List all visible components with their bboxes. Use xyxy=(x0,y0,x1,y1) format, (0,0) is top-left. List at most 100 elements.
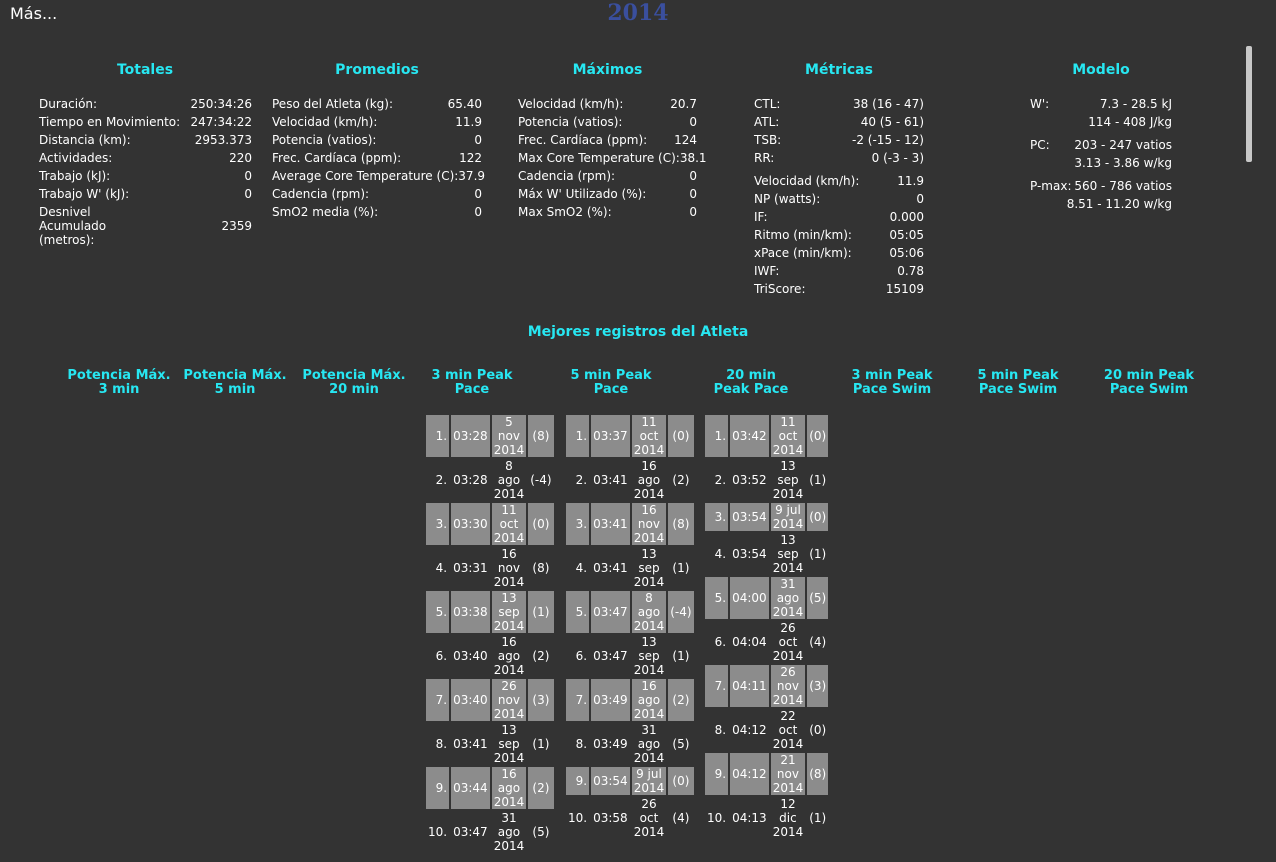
maximos-row: Potencia (vatios): 0 xyxy=(518,113,697,131)
metricas-row: RR: 0 (-3 - 3) xyxy=(754,149,924,167)
record-date: 11 oct 2014 xyxy=(631,415,667,457)
records-col-swim-3min: 3 min Peak Pace Swim xyxy=(851,368,933,397)
vertical-scrollbar[interactable] xyxy=(1246,46,1252,162)
record-row: 9. 04:12 21 nov 2014 (8) xyxy=(705,753,829,795)
totales-row: Trabajo W' (kJ): 0 xyxy=(39,185,252,203)
metricas-label: IF: xyxy=(754,210,768,224)
record-row: 4. 03:31 16 nov 2014 (8) xyxy=(426,547,554,589)
record-date: 16 nov 2014 xyxy=(631,503,667,545)
record-time: 03:54 xyxy=(732,547,767,561)
totales-row: Duración: 250:34:26 xyxy=(39,95,252,113)
metricas-value: 11.9 xyxy=(897,174,924,188)
records-col-power-20min: Potencia Máx. 20 min xyxy=(302,368,406,397)
record-time: 03:54 xyxy=(591,767,630,795)
record-row: 10. 03:58 26 oct 2014 (4) xyxy=(566,797,694,839)
record-row: 4. 03:54 13 sep 2014 (1) xyxy=(705,533,828,575)
record-date: 31 ago 2014 xyxy=(770,577,806,619)
record-rank: 5. xyxy=(426,591,450,633)
record-delta: (5) xyxy=(532,825,550,839)
record-row: 8. 04:12 22 oct 2014 (0) xyxy=(705,709,828,751)
metricas-label: RR: xyxy=(754,151,775,165)
record-time: 03:58 xyxy=(593,811,628,825)
record-delta: (8) xyxy=(668,503,694,545)
record-rank: 2. xyxy=(575,473,588,487)
record-delta: (0) xyxy=(807,415,829,457)
record-rank: 8. xyxy=(714,723,727,737)
metricas-row: TSB: -2 (-15 - 12) xyxy=(754,131,924,149)
record-row: 2. 03:41 16 ago 2014 (2) xyxy=(566,459,694,501)
totales-label: Trabajo (kJ): xyxy=(39,169,111,183)
record-row: 5. 03:47 8 ago 2014 (-4) xyxy=(566,591,694,633)
record-date: 13 sep 2014 xyxy=(633,547,665,589)
record-time: 04:11 xyxy=(730,665,769,707)
promedios-value: 11.9 xyxy=(455,115,482,129)
maximos-panel: Velocidad (km/h): 20.7 Potencia (vatios): 0… xyxy=(518,95,707,221)
record-time: 04:12 xyxy=(730,753,769,795)
promedios-row: Velocidad (km/h): 11.9 xyxy=(272,113,482,131)
metricas-row: IF: 0.000 xyxy=(754,208,924,226)
record-rank: 4. xyxy=(714,547,727,561)
metricas-pace-panel: Velocidad (km/h): 11.9 NP (watts): 0 IF: 0.00… xyxy=(754,172,924,298)
promedios-label: Velocidad (km/h): xyxy=(272,115,378,129)
promedios-row: Peso del Atleta (kg): 65.40 xyxy=(272,95,482,113)
record-row: 1. 03:28 5 nov 2014 (8) xyxy=(426,415,554,457)
record-row: 7. 03:49 16 ago 2014 (2) xyxy=(566,679,694,721)
record-delta: (0) xyxy=(668,415,694,457)
metricas-label: Ritmo (min/km): xyxy=(754,228,852,242)
record-rank: 4. xyxy=(575,561,588,575)
record-rank: 10. xyxy=(707,811,727,825)
maximos-label: Potencia (vatios): xyxy=(518,115,623,129)
maximos-row: Max SmO2 (%): 0 xyxy=(518,203,697,221)
metricas-value: 40 (5 - 61) xyxy=(860,115,924,129)
record-rank: 4. xyxy=(435,561,448,575)
record-delta: (4) xyxy=(809,635,827,649)
promedios-row: Average Core Temperature (C): 37.9 xyxy=(272,167,485,185)
metricas-row: TriScore: 15109 xyxy=(754,280,924,298)
record-row: 6. 04:04 26 oct 2014 (4) xyxy=(705,621,828,663)
record-row: 7. 03:40 26 nov 2014 (3) xyxy=(426,679,554,721)
record-rank: 10. xyxy=(428,825,448,839)
maximos-value: 0 xyxy=(689,115,697,129)
modelo-value-per-kg: 3.13 - 3.86 w/kg xyxy=(1074,156,1172,170)
record-date: 12 dic 2014 xyxy=(772,797,804,839)
record-time: 03:37 xyxy=(591,415,630,457)
promedios-value: 0 xyxy=(474,205,482,219)
record-time: 03:47 xyxy=(593,649,628,663)
totales-row: Tiempo en Movimiento: 247:34:22 xyxy=(39,113,252,131)
metricas-label: xPace (min/km): xyxy=(754,246,852,260)
totales-label: Distancia (km): xyxy=(39,133,131,147)
record-delta: (5) xyxy=(672,737,690,751)
record-rank: 9. xyxy=(566,767,590,795)
totales-value: 2359 xyxy=(221,219,252,233)
maximos-label: Frec. Cardíaca (ppm): xyxy=(518,133,648,147)
record-time: 03:44 xyxy=(451,767,490,809)
maximos-row: Velocidad (km/h): 20.7 xyxy=(518,95,697,113)
record-delta: (3) xyxy=(528,679,554,721)
records-col-pace-3min: 3 min Peak Pace xyxy=(431,368,513,397)
modelo-value-per-kg: 8.51 - 11.20 w/kg xyxy=(1066,197,1172,211)
record-row: 3. 03:41 16 nov 2014 (8) xyxy=(566,503,694,545)
maximos-row: Max Core Temperature (C): 38.1 xyxy=(518,149,707,167)
promedios-label: Cadencia (rpm): xyxy=(272,187,370,201)
record-date: 11 oct 2014 xyxy=(770,415,806,457)
records-col-power-3min: Potencia Máx. 3 min xyxy=(67,368,171,397)
promedios-label: SmO2 media (%): xyxy=(272,205,379,219)
year-title: 2014 xyxy=(607,0,669,26)
totales-label: Actividades: xyxy=(39,151,113,165)
record-rank: 9. xyxy=(426,767,450,809)
promedios-row: SmO2 media (%): 0 xyxy=(272,203,482,221)
records-table-pace-5min: 1. 03:37 11 oct 2014 (0) 2. 03:41 16 ago 2014(… xyxy=(564,413,696,841)
record-time: 03:41 xyxy=(453,737,488,751)
record-delta: (1) xyxy=(672,649,690,663)
metricas-value: -2 (-15 - 12) xyxy=(852,133,924,147)
record-date: 13 sep 2014 xyxy=(491,591,527,633)
metricas-label: IWF: xyxy=(754,264,780,278)
record-rank: 3. xyxy=(566,503,590,545)
records-title: Mejores registros del Atleta xyxy=(527,324,749,340)
record-delta: (1) xyxy=(532,737,550,751)
record-time: 03:41 xyxy=(593,473,628,487)
record-rank: 7. xyxy=(426,679,450,721)
modelo-label: P-max: xyxy=(1030,179,1072,193)
record-rank: 7. xyxy=(705,665,729,707)
totales-panel: Duración: 250:34:26 Tiempo en Movimiento: 2… xyxy=(39,95,252,247)
